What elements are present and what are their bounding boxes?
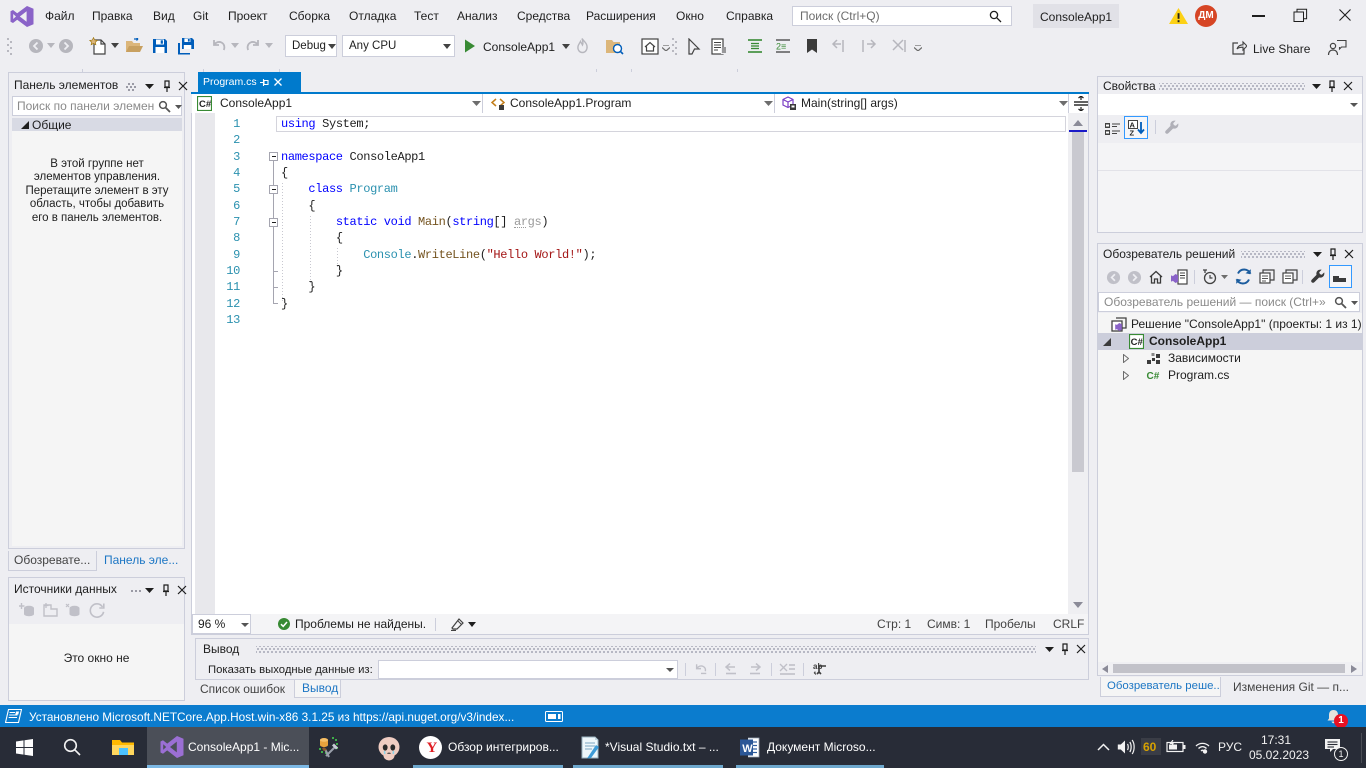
svg-text:C#: C# [1131, 337, 1144, 348]
svg-text:Z: Z [1130, 129, 1135, 137]
svg-text:W: W [742, 743, 753, 755]
svg-text:C#: C# [1147, 371, 1160, 382]
svg-text:2≡: 2≡ [776, 42, 786, 52]
svg-text:C#: C# [199, 99, 212, 110]
